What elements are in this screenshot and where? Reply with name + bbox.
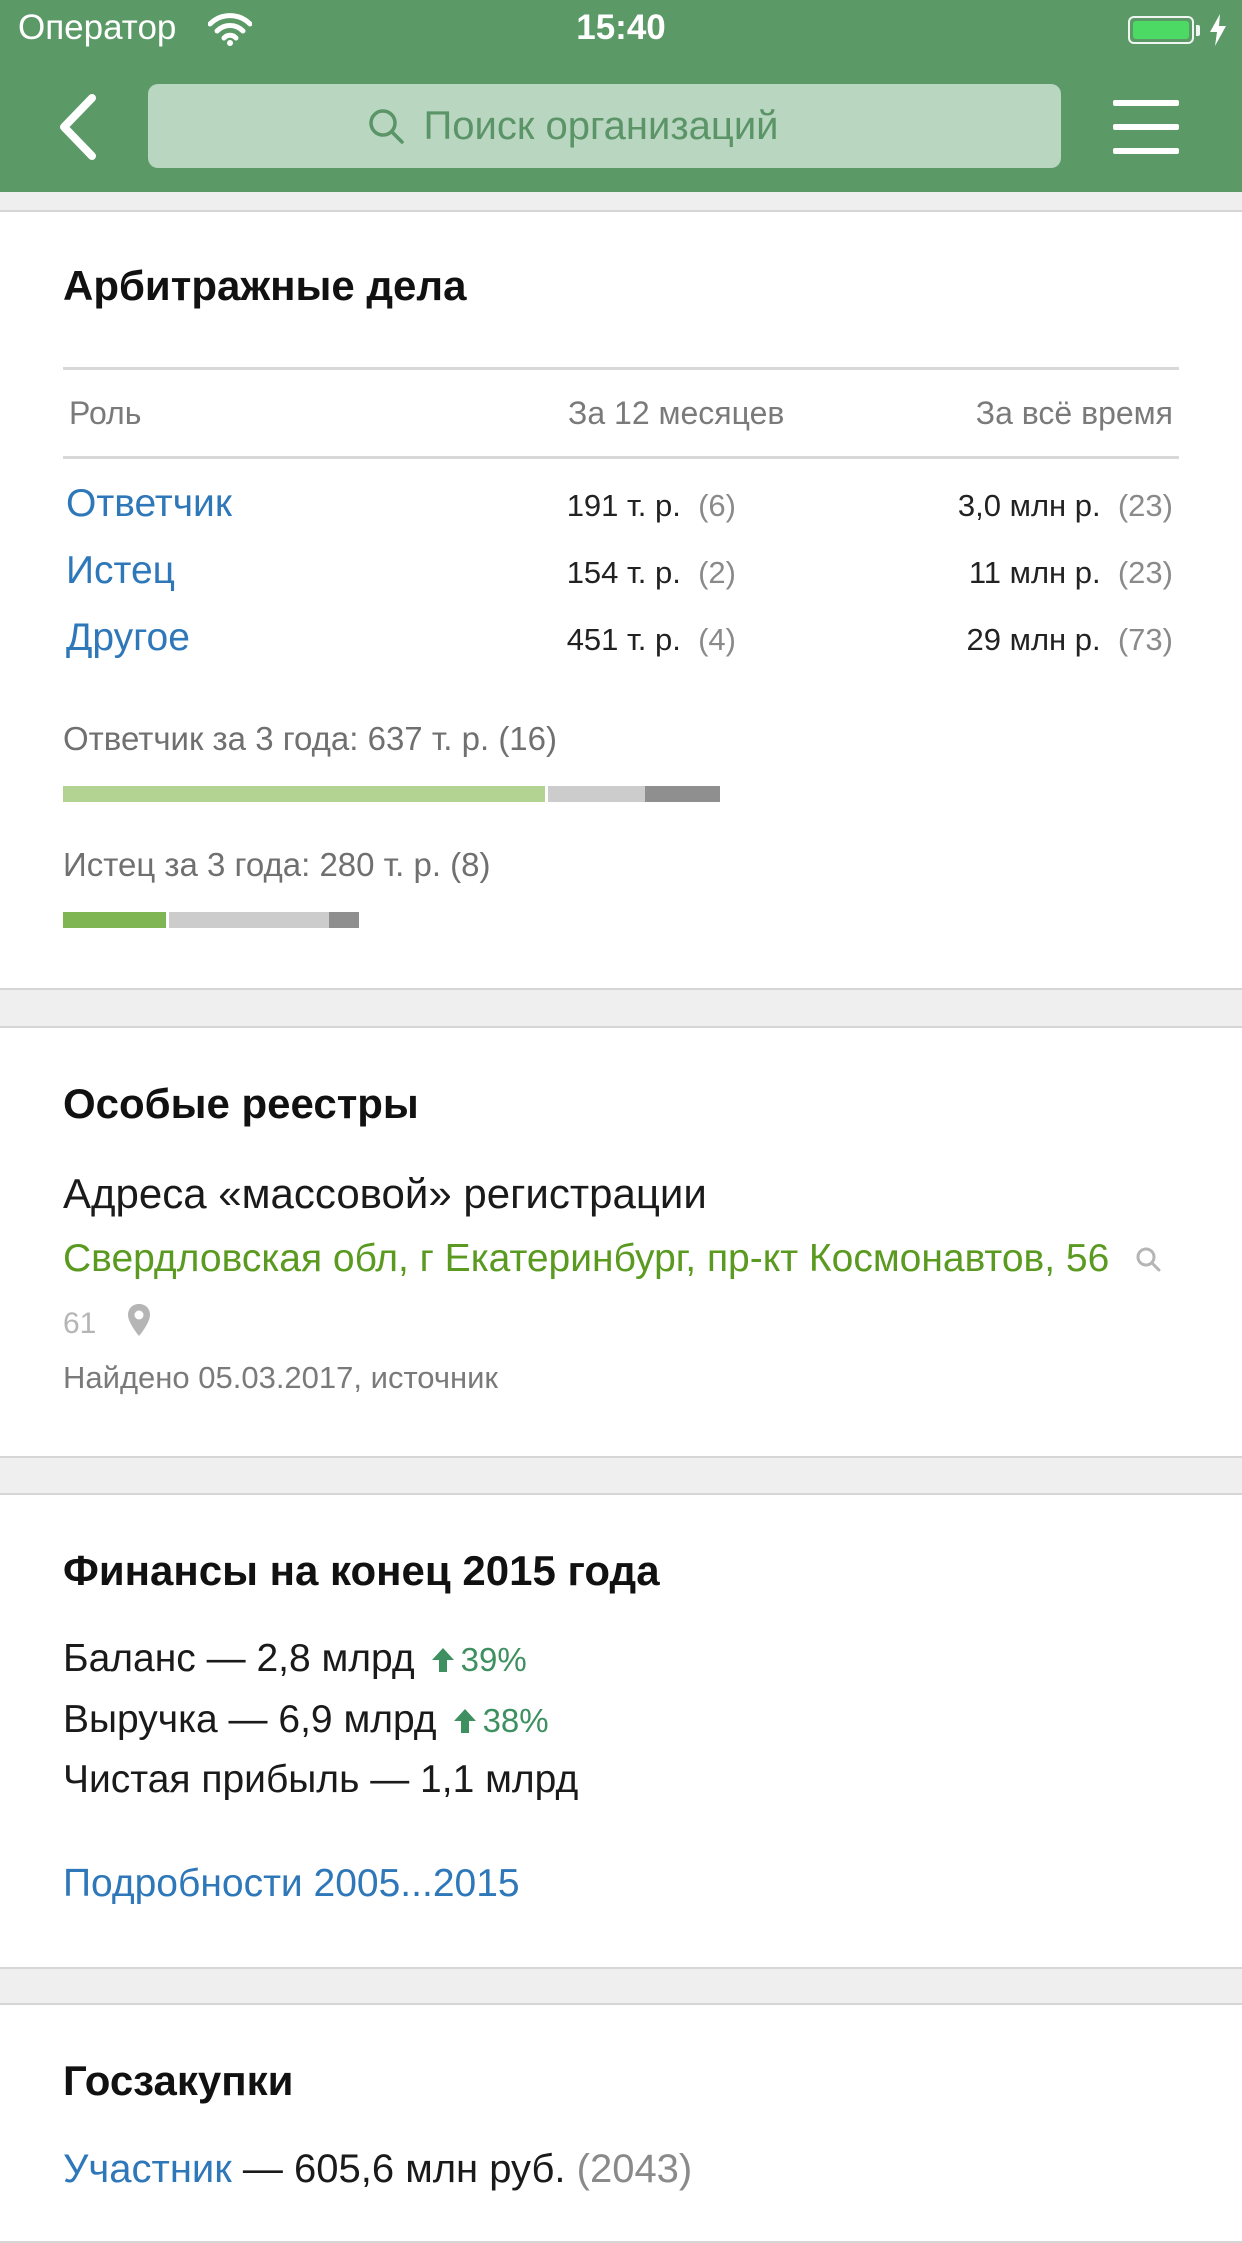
mass-registration-heading: Адреса «массовой» регистрации	[63, 1170, 707, 1217]
sum-all-time: 3,0 млн р.	[957, 488, 1101, 523]
bar-segment-pending	[169, 912, 329, 928]
sum-12m: 154 т. р.	[566, 555, 681, 590]
finance-details-link[interactable]: Подробности 2005...2015	[63, 1862, 520, 1906]
finance-title: Финансы на конец 2015 года	[63, 1547, 660, 1594]
battery-cap	[1196, 25, 1200, 36]
bar-segment-won	[63, 786, 545, 802]
bar-segment-lost	[645, 786, 720, 802]
back-button[interactable]	[54, 92, 100, 162]
top-bar: Оператор 15:40	[0, 0, 1242, 192]
search-input[interactable]	[423, 103, 844, 149]
column-header-role: Роль	[69, 395, 142, 431]
menu-line	[1113, 124, 1179, 130]
defendant-3y-bar	[63, 786, 720, 802]
count-12m: (2)	[698, 555, 736, 590]
bar-segment-pending	[548, 786, 645, 802]
procurement-title: Госзакупки	[63, 2057, 294, 2104]
table-cell-12m: 191 т. р. (6)	[567, 488, 736, 524]
search-icon[interactable]	[1134, 1245, 1162, 1273]
balance-row: Баланс — 2,8 млрд 39%	[63, 1637, 527, 1681]
arrow-up-icon	[453, 1709, 476, 1733]
sum-12m: 191 т. р.	[566, 488, 681, 523]
revenue-change: 38%	[482, 1702, 549, 1739]
search-bar[interactable]	[148, 84, 1061, 168]
table-header-divider	[63, 456, 1179, 459]
registries-title: Особые реестры	[63, 1080, 419, 1127]
table-cell-all-time: 29 млн р. (73)	[967, 622, 1173, 658]
role-link-defendant[interactable]: Ответчик	[66, 482, 232, 526]
plaintiff-3y-bar	[63, 912, 359, 928]
special-registries-card: Особые реестры Адреса «массовой» регистр…	[0, 1026, 1242, 1458]
map-pin-icon[interactable]	[127, 1303, 151, 1337]
balance-change: 39%	[460, 1641, 527, 1678]
sum-all-time: 11 млн р.	[968, 555, 1101, 590]
revenue-row: Выручка — 6,9 млрд 38%	[63, 1698, 549, 1742]
address-block: Свердловская обл, г Екатеринбург, пр-кт …	[63, 1228, 1173, 1355]
balance-value: Баланс — 2,8 млрд	[63, 1637, 415, 1680]
address-link[interactable]: Свердловская обл, г Екатеринбург, пр-кт …	[63, 1237, 1109, 1280]
sum-12m: 451 т. р.	[566, 622, 681, 657]
search-icon	[368, 109, 404, 144]
found-date: Найдено 05.03.2017, источник	[63, 1360, 498, 1395]
participant-link[interactable]: Участник	[63, 2147, 232, 2191]
table-cell-12m: 154 т. р. (2)	[567, 555, 736, 591]
net-profit-row: Чистая прибыль — 1,1 млрд	[63, 1758, 579, 1801]
bar-segment-lost	[329, 912, 359, 928]
finance-card: Финансы на конец 2015 года Баланс — 2,8 …	[0, 1493, 1242, 1969]
count-12m: (6)	[698, 488, 736, 523]
defendant-3y-summary: Ответчик за 3 года: 637 т. р. (16)	[63, 720, 558, 757]
charging-icon	[1210, 14, 1226, 46]
participant-count: (2043)	[576, 2147, 693, 2191]
menu-line	[1113, 100, 1179, 106]
table-cell-12m: 451 т. р. (4)	[567, 622, 736, 658]
count-all-time: (23)	[1117, 555, 1173, 590]
count-all-time: (73)	[1117, 622, 1173, 657]
plaintiff-3y-summary: Истец за 3 года: 280 т. р. (8)	[63, 846, 491, 883]
arbitration-title: Арбитражные дела	[63, 262, 467, 309]
count-all-time: (23)	[1117, 488, 1173, 523]
bar-segment-won	[63, 912, 166, 928]
menu-line	[1113, 148, 1179, 154]
revenue-value: Выручка — 6,9 млрд	[63, 1698, 437, 1741]
column-header-12-months: За 12 месяцев	[568, 395, 785, 431]
column-header-all-time: За всё время	[975, 395, 1173, 431]
menu-button[interactable]	[1113, 100, 1179, 154]
procurement-card: Госзакупки Участник — 605,6 млн руб. (20…	[0, 2003, 1242, 2243]
count-12m: (4)	[698, 622, 736, 657]
table-top-divider	[63, 367, 1179, 370]
battery-icon	[1128, 16, 1194, 44]
status-time: 15:40	[576, 8, 666, 47]
table-cell-all-time: 3,0 млн р. (23)	[958, 488, 1173, 524]
role-link-plaintiff[interactable]: Истец	[66, 549, 175, 593]
participant-value: — 605,6 млн руб.	[231, 2147, 577, 2191]
role-link-other[interactable]: Другое	[66, 616, 190, 660]
arrow-up-icon	[431, 1648, 454, 1672]
participant-row: Участник — 605,6 млн руб. (2043)	[63, 2147, 692, 2192]
arbitration-card: Арбитражные дела Роль За 12 месяцев За в…	[0, 210, 1242, 990]
sum-all-time: 29 млн р.	[966, 622, 1101, 657]
search-count: 61	[63, 1307, 97, 1340]
table-cell-all-time: 11 млн р. (23)	[969, 555, 1173, 591]
